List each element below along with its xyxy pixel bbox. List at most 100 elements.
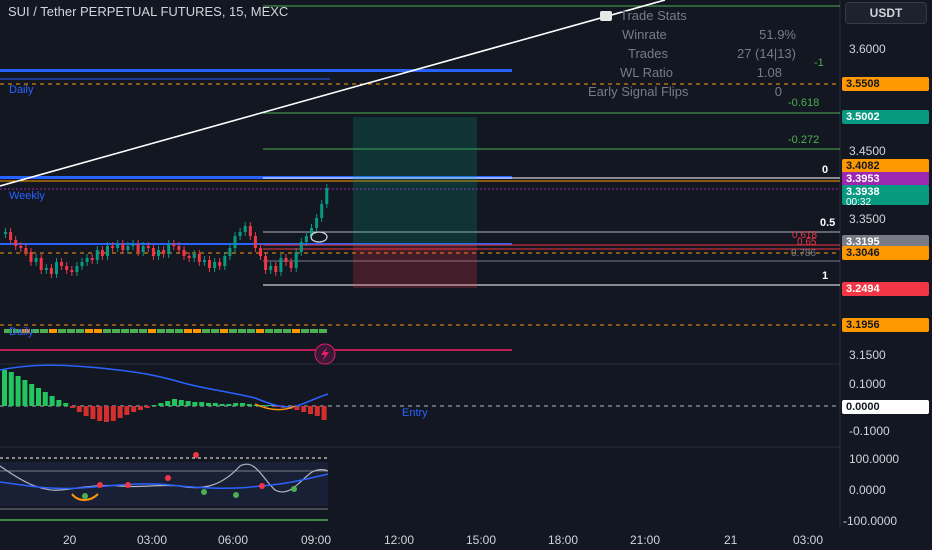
osc-dot (125, 482, 131, 488)
macd-bar (158, 403, 164, 406)
candle-body (100, 250, 104, 256)
candle-body (320, 204, 324, 218)
time-tick: 21:00 (630, 533, 661, 547)
macd-bar (36, 388, 41, 406)
candle-body (172, 244, 176, 246)
candle-body (55, 262, 58, 274)
pink-level-line (0, 349, 512, 351)
ribbon-segment (247, 329, 255, 333)
candle-body (4, 232, 7, 234)
label-weekly: Weekly (9, 190, 45, 202)
fib-label-065: 0.65 (797, 237, 817, 248)
stat-label: Early Signal Flips (588, 84, 689, 99)
profit-zone-box[interactable] (353, 117, 477, 245)
candle-body (325, 188, 329, 204)
candle-body (111, 246, 115, 248)
ribbon-segment (265, 329, 273, 333)
candle-body (294, 252, 298, 268)
candle-body (80, 262, 84, 266)
macd-bar (90, 406, 96, 419)
osc-tick: -100.0000 (843, 514, 898, 528)
checkbox-icon[interactable] (600, 10, 612, 21)
macd-bar (83, 406, 89, 416)
macd-bar (42, 392, 48, 406)
current-price-tag: 3.3938 00:32 (842, 185, 929, 208)
candle-body (65, 266, 69, 270)
candle-body (34, 258, 38, 262)
price-tag-3.3046: 3.3046 (842, 246, 929, 260)
candle-body (192, 254, 196, 258)
ribbon-segment (49, 329, 57, 333)
candle-body (202, 260, 206, 262)
fib-label-neg0272: -0.272 (788, 134, 820, 146)
candlestick-series (4, 184, 329, 278)
macd-tick: 0.1000 (849, 377, 886, 391)
candle-body (90, 258, 94, 260)
candle-body (167, 244, 171, 254)
ribbon-segment (67, 329, 75, 333)
price-tag-3.5002: 3.5002 (842, 110, 929, 124)
label-daily-top: Daily (9, 84, 34, 96)
signal-ribbon (4, 329, 327, 333)
ribbon-segment (40, 329, 48, 333)
candle-body (49, 268, 53, 274)
stat-value: 27 (14|13) (736, 46, 796, 61)
chart-title: SUI / Tether PERPETUAL FUTURES, 15, MEXC (8, 4, 289, 19)
candle-body (228, 248, 232, 256)
candle-body (197, 254, 201, 262)
ribbon-segment (193, 329, 201, 333)
candle-body (315, 218, 319, 228)
price-tick: 3.4500 (849, 144, 886, 158)
loss-zone-box[interactable] (353, 245, 477, 288)
osc-dot (259, 483, 265, 489)
currency-button[interactable]: USDT (845, 2, 927, 24)
candle-body (14, 240, 18, 246)
candle-body (24, 248, 28, 252)
macd-bar (76, 406, 82, 412)
stat-label: Winrate (622, 27, 667, 42)
price-tick: 3.3500 (849, 212, 886, 226)
macd-bar (219, 404, 225, 406)
macd-bar (192, 402, 198, 406)
macd-bar (124, 406, 130, 415)
candle-body (177, 246, 181, 250)
macd-bar (110, 406, 116, 421)
label-daily-low: Daily (9, 326, 34, 338)
fib-label-0786: 0.786 (791, 248, 817, 259)
ribbon-segment (274, 329, 282, 333)
macd-bar (226, 404, 232, 406)
stat-value: 0 (774, 84, 782, 99)
macd-bar (70, 406, 75, 408)
time-tick: 06:00 (218, 533, 249, 547)
candle-body (9, 232, 13, 240)
ribbon-segment (175, 329, 183, 333)
ribbon-segment (229, 329, 237, 333)
time-tick: 20 (63, 533, 77, 547)
ribbon-segment (148, 329, 156, 333)
candle-body (182, 250, 186, 256)
candle-body (289, 262, 293, 268)
daily-level-line (0, 69, 512, 72)
osc-dot (165, 475, 171, 481)
macd-value-tag: 0.0000 (842, 400, 929, 414)
macd-bar (138, 406, 143, 410)
stat-label: Trades (628, 46, 668, 61)
candle-body (85, 258, 89, 262)
candle-body (284, 258, 288, 262)
candle-body (151, 248, 155, 256)
macd-bar (212, 403, 218, 406)
candle-body (75, 266, 79, 272)
macd-bar (246, 404, 252, 406)
trendline[interactable] (0, 0, 666, 187)
osc-dot (291, 486, 297, 492)
macd-bar (104, 406, 109, 422)
fib-label-neg1: -1 (814, 57, 824, 69)
candle-body (259, 248, 262, 256)
ribbon-segment (76, 329, 84, 333)
macd-bar (8, 372, 14, 406)
ribbon-segment (85, 329, 93, 333)
osc-dot (201, 489, 207, 495)
ribbon-segment (103, 329, 111, 333)
candle-body (248, 226, 252, 236)
time-tick: 18:00 (548, 533, 579, 547)
